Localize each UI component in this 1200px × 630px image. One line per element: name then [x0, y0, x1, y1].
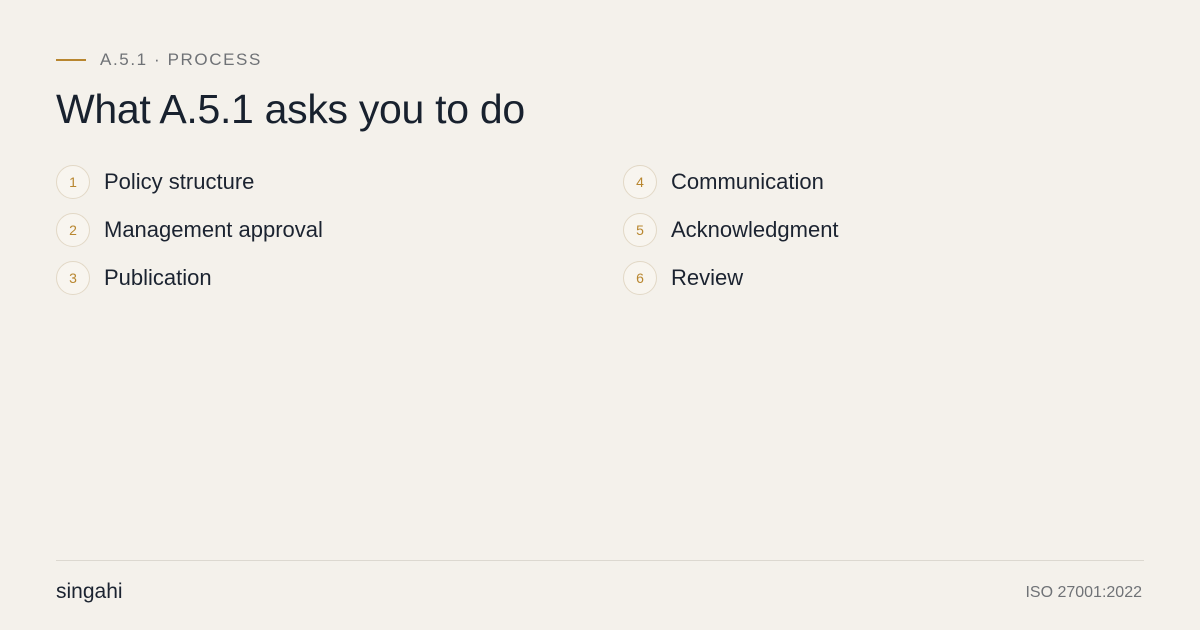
step-item: 6 Review: [623, 261, 1123, 295]
step-number-badge: 6: [623, 261, 657, 295]
step-label: Publication: [104, 265, 212, 290]
step-item: 1 Policy structure: [56, 165, 556, 199]
step-label: Review: [671, 265, 744, 290]
step-label: Communication: [671, 169, 824, 194]
step-number-badge: 2: [56, 213, 90, 247]
step-label: Management approval: [104, 217, 323, 242]
step-number-badge: 4: [623, 165, 657, 199]
step-item: 5 Acknowledgment: [623, 213, 1123, 247]
step-item: 2 Management approval: [56, 213, 556, 247]
eyebrow: A.5.1 · PROCESS: [56, 49, 262, 71]
eyebrow-accent-line: [56, 59, 86, 61]
footer-divider: [56, 560, 1144, 561]
brand-name: singahi: [56, 580, 123, 603]
standard-reference: ISO 27001:2022: [1025, 584, 1142, 601]
step-number-badge: 1: [56, 165, 90, 199]
step-item: 4 Communication: [623, 165, 1123, 199]
step-item: 3 Publication: [56, 261, 556, 295]
eyebrow-label: A.5.1 · PROCESS: [100, 50, 262, 69]
step-label: Acknowledgment: [671, 217, 839, 242]
step-number-badge: 5: [623, 213, 657, 247]
step-label: Policy structure: [104, 169, 255, 194]
page-title: What A.5.1 asks you to do: [56, 86, 525, 132]
steps-list-right: 4 Communication 5 Acknowledgment 6 Revie…: [623, 165, 1123, 309]
steps-list-left: 1 Policy structure 2 Management approval…: [56, 165, 556, 309]
step-number-badge: 3: [56, 261, 90, 295]
